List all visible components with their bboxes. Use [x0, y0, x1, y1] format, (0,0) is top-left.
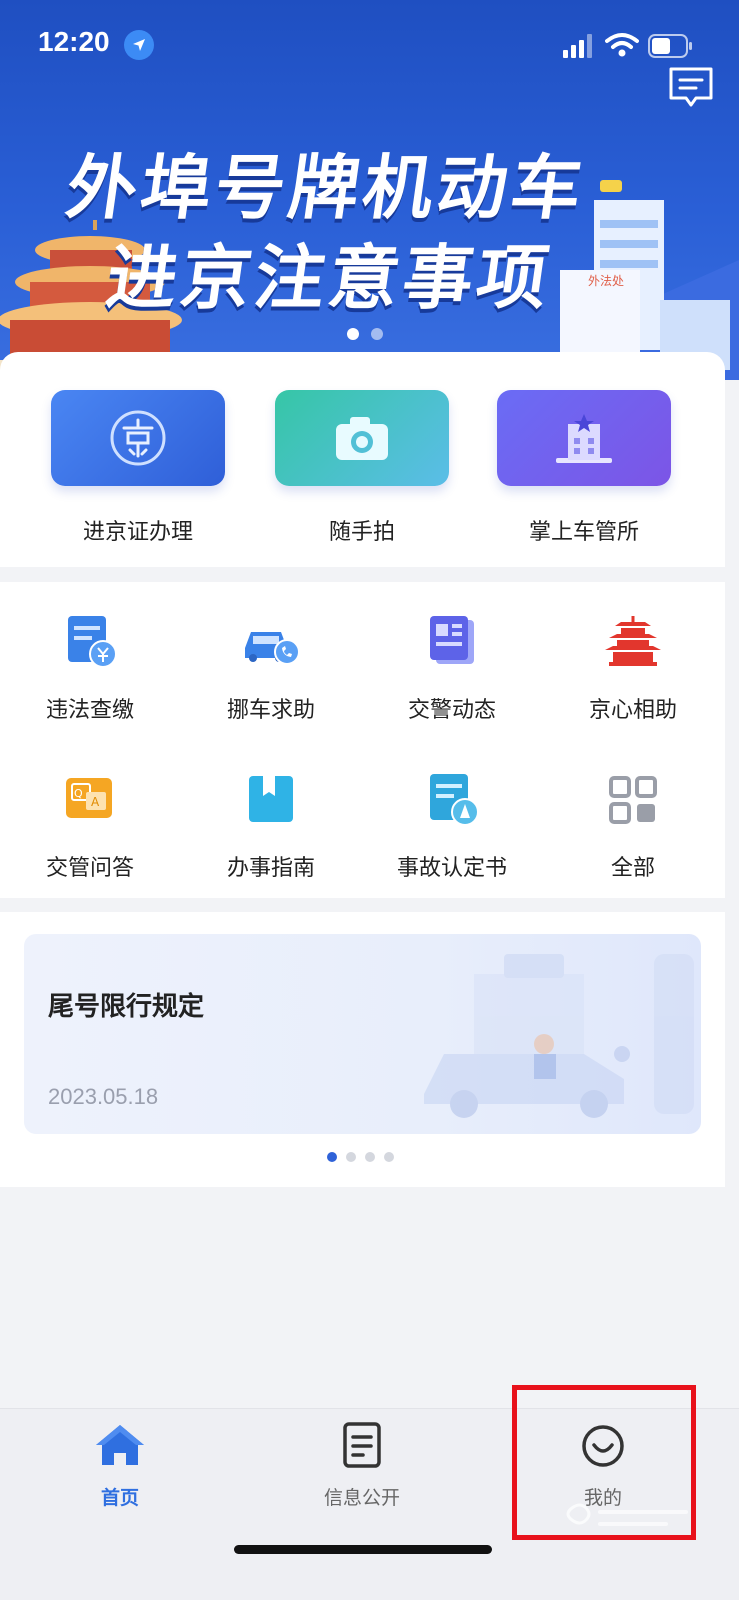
guide-book-icon [249, 776, 293, 822]
service-tile-2[interactable] [275, 390, 449, 486]
notice-section: 尾号限行规定 2023.05.18 [0, 912, 725, 1187]
grid-label-2: 挪车求助 [226, 698, 315, 723]
grid-item-zhinan[interactable]: 办事指南 [181, 770, 361, 882]
grid-item-weifa[interactable]: 违法查缴 [0, 612, 180, 724]
tab-info-label: 信息公开 [323, 1487, 400, 1509]
service-tile-1[interactable] [51, 390, 225, 486]
notice-date: 2023.05.18 [48, 1084, 159, 1109]
service-suishoupai[interactable]: 随手拍 [274, 390, 450, 546]
notice-title: 尾号限行规定 [48, 992, 205, 1022]
banner-pager[interactable] [347, 328, 383, 340]
building-icon [556, 414, 612, 463]
grid-label-8: 全部 [610, 856, 655, 881]
svg-text:Q: Q [74, 787, 83, 800]
notice-card[interactable]: 尾号限行规定 2023.05.18 [24, 934, 701, 1134]
function-grid: 违法查缴 挪车求助 交警动态 京心相助 Q A 交管问答 办事指南 事故认定书 … [0, 582, 725, 898]
qa-icon: Q A [66, 778, 112, 818]
status-bar: 12:20 [0, 0, 739, 107]
service-tile-3[interactable] [497, 390, 671, 486]
car-phone-icon [245, 632, 300, 665]
banner-dot-2[interactable] [371, 328, 383, 340]
notice-dot-1[interactable] [327, 1152, 337, 1162]
notice-pager[interactable] [327, 1152, 394, 1162]
svg-text:A: A [91, 795, 100, 809]
home-indicator[interactable] [234, 1545, 492, 1554]
grid-item-shigu[interactable]: 事故认定书 [362, 770, 542, 882]
clock: 12:20 [38, 26, 110, 57]
document-icon [343, 1422, 381, 1468]
notice-dot-2[interactable] [346, 1152, 356, 1162]
location-arrow-icon [124, 30, 154, 60]
grid-item-jiaojing[interactable]: 交警动态 [362, 612, 542, 724]
notice-dot-4[interactable] [384, 1152, 394, 1162]
building-sign: 外法处 [588, 274, 624, 288]
service-label-2: 随手拍 [328, 520, 395, 545]
baidu-watermark-logo [566, 1503, 688, 1526]
all-grid-icon [609, 776, 657, 824]
car-driver-illustration [424, 954, 694, 1118]
grid-label-4: 京心相助 [588, 698, 677, 723]
wifi-icon [605, 33, 639, 57]
message-icon[interactable] [668, 66, 714, 110]
service-label-1: 进京证办理 [82, 520, 193, 545]
news-icon [430, 616, 474, 664]
banner-title-line2: 进京注意事项 [101, 237, 557, 319]
tab-home[interactable]: 首页 [40, 1421, 200, 1510]
home-icon [96, 1425, 144, 1465]
grid-label-5: 交管问答 [45, 856, 134, 881]
cellular-signal-icon [563, 34, 592, 58]
jing-badge-icon [110, 410, 166, 466]
banner-dot-1[interactable] [347, 328, 359, 340]
grid-label-3: 交警动态 [407, 698, 496, 723]
grid-label-6: 办事指南 [226, 856, 315, 881]
primary-services-card: 进京证办理 随手拍 掌上车管所 [0, 352, 725, 567]
battery-icon [648, 34, 692, 58]
grid-label-7: 事故认定书 [396, 856, 507, 881]
service-label-3: 掌上车管所 [528, 520, 639, 545]
camera-icon [336, 417, 388, 460]
top-banner[interactable]: 12:20 外法处 外埠号牌机动车 进京注意事项 [0, 0, 739, 380]
temple-icon [605, 616, 661, 666]
accident-doc-icon [430, 774, 479, 826]
banner-title-line1: 外埠号牌机动车 [61, 147, 591, 229]
grid-item-quanbu[interactable]: 全部 [543, 770, 723, 882]
tab-info[interactable]: 信息公开 [282, 1421, 442, 1510]
notice-dot-3[interactable] [365, 1152, 375, 1162]
grid-item-nuoche[interactable]: 挪车求助 [181, 612, 361, 724]
grid-item-jingxin[interactable]: 京心相助 [543, 612, 723, 724]
tab-home-label: 首页 [100, 1487, 139, 1509]
service-cheguansuo[interactable]: 掌上车管所 [496, 390, 672, 546]
grid-label-1: 违法查缴 [45, 698, 134, 723]
grid-item-wenda[interactable]: Q A 交管问答 [0, 770, 180, 882]
service-jingzheng[interactable]: 进京证办理 [50, 390, 226, 546]
fine-bill-icon [68, 616, 117, 668]
